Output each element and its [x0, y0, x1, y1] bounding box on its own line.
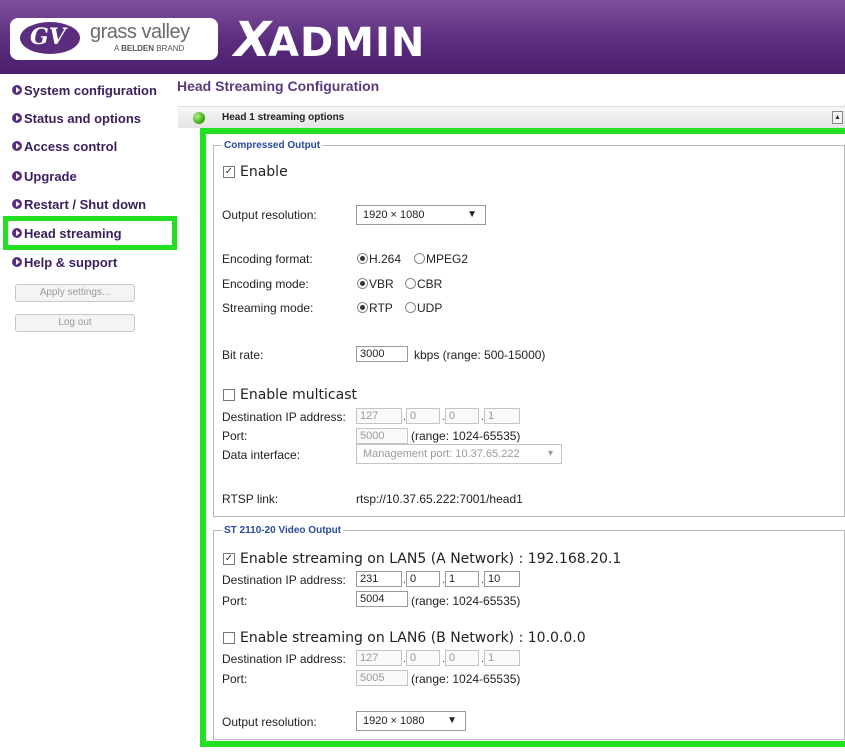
streaming-mode-udp-label: UDP — [417, 301, 443, 315]
output-resolution-select[interactable]: 1920 × 1080 ▼ — [356, 205, 486, 225]
streaming-mode-rtp-label: RTP — [369, 301, 393, 315]
sidebar-nav: System configuration Status and options … — [0, 74, 178, 754]
collapse-button[interactable]: ▲ — [832, 111, 843, 124]
lan6-dest-ip-label: Destination IP address: — [222, 652, 346, 666]
dest-ip-label: Destination IP address: — [222, 410, 346, 424]
log-out-button[interactable]: Log out — [15, 314, 135, 332]
dropdown-arrow-icon: ▼ — [447, 715, 457, 726]
port-input[interactable]: 5000 — [356, 428, 408, 444]
arrow-bullet-icon — [12, 257, 22, 267]
sidebar-item-system-configuration[interactable]: System configuration — [12, 80, 157, 100]
lan6-port-label: Port: — [222, 672, 248, 686]
arrow-bullet-icon — [12, 199, 22, 209]
dropdown-arrow-icon: ▾ — [547, 448, 553, 459]
enable-checkbox[interactable] — [223, 166, 235, 178]
rtsp-link-value[interactable]: rtsp://10.37.65.222:7001/head1 — [356, 492, 523, 506]
lan5-streaming-checkbox[interactable] — [223, 553, 235, 565]
product-logo: XADMIN — [234, 12, 426, 68]
lan5-port-hint: (range: 1024-65535) — [411, 594, 521, 608]
arrow-bullet-icon — [12, 85, 22, 95]
lan5-dest-ip-octet-2[interactable]: 0 — [406, 571, 440, 587]
arrow-bullet-icon — [12, 113, 22, 123]
streaming-mode-label: Streaming mode: — [222, 301, 314, 315]
compressed-output-legend: Compressed Output — [224, 140, 321, 151]
lan6-port-hint: (range: 1024-65535) — [411, 672, 521, 686]
sidebar-item-label: Status and options — [24, 110, 141, 126]
dest-ip-octet-2[interactable]: 0 — [406, 408, 440, 424]
active-item-highlight — [3, 216, 177, 250]
lan6-dest-ip-octet-3[interactable]: 0 — [445, 650, 479, 666]
sidebar-item-restart-shut-down[interactable]: Restart / Shut down — [12, 194, 146, 214]
port-label: Port: — [222, 429, 248, 443]
lan5-port-input[interactable]: 5004 — [356, 591, 408, 607]
page-title: Head Streaming Configuration — [177, 78, 380, 94]
dropdown-arrow-icon: ▼ — [467, 209, 477, 220]
port-hint: (range: 1024-65535) — [411, 429, 521, 443]
lan5-streaming-label: Enable streaming on LAN5 (A Network) : 1… — [240, 551, 622, 567]
sidebar-item-label: Access control — [24, 138, 118, 154]
section-title: Head 1 streaming options — [222, 112, 345, 123]
encoding-mode-cbr-label: CBR — [417, 277, 443, 291]
app-header: GV grass valley A BELDEN BRAND XADMIN — [0, 0, 845, 74]
streaming-mode-rtp-radio[interactable] — [357, 302, 368, 313]
lan6-streaming-label: Enable streaming on LAN6 (B Network) : 1… — [240, 630, 586, 646]
output-resolution-label: Output resolution: — [222, 208, 317, 222]
enable-multicast-checkbox[interactable] — [223, 389, 235, 401]
section-header-bar[interactable]: Head 1 streaming options ▲ — [178, 106, 845, 128]
encoding-format-label: Encoding format: — [222, 252, 313, 266]
encoding-mode-cbr-radio[interactable] — [405, 278, 416, 289]
sidebar-item-label: Help & support — [24, 254, 118, 270]
lan5-dest-ip-label: Destination IP address: — [222, 573, 346, 587]
st2110-legend: ST 2110-20 Video Output — [224, 525, 342, 536]
gv-logo-mark-icon: GV — [20, 22, 80, 54]
sidebar-item-upgrade[interactable]: Upgrade — [12, 166, 77, 186]
data-interface-label: Data interface: — [222, 448, 301, 462]
brand-name: grass valley — [90, 21, 190, 43]
encoding-format-mpeg2-radio[interactable] — [414, 253, 425, 264]
dest-ip-octet-1[interactable]: 127 — [356, 408, 402, 424]
streaming-mode-udp-radio[interactable] — [405, 302, 416, 313]
sidebar-item-label: Restart / Shut down — [24, 196, 147, 212]
lan6-dest-ip-octet-1[interactable]: 127 — [356, 650, 402, 666]
arrow-bullet-icon — [12, 171, 22, 181]
brand-subtitle: A BELDEN BRAND — [114, 44, 185, 53]
encoding-mode-vbr-label: VBR — [369, 277, 394, 291]
rtsp-link-label: RTSP link: — [222, 492, 279, 506]
enable-multicast-label: Enable multicast — [240, 387, 357, 403]
bit-rate-input[interactable]: 3000 — [356, 346, 408, 362]
encoding-format-h264-label: H.264 — [369, 252, 402, 266]
encoding-format-mpeg2-label: MPEG2 — [426, 252, 469, 266]
encoding-mode-vbr-radio[interactable] — [357, 278, 368, 289]
lan6-dest-ip-octet-2[interactable]: 0 — [406, 650, 440, 666]
arrow-bullet-icon — [12, 141, 22, 151]
lan5-dest-ip-octet-1[interactable]: 231 — [356, 571, 402, 587]
lan5-dest-ip-octet-3[interactable]: 1 — [445, 571, 479, 587]
sidebar-item-help-support[interactable]: Help & support — [12, 252, 117, 272]
sidebar-item-status-and-options[interactable]: Status and options — [12, 108, 141, 128]
data-interface-select[interactable]: Management port: 10.37.65.222 ▾ — [356, 444, 562, 464]
st2110-output-resolution-select[interactable]: 1920 × 1080 ▼ — [356, 711, 466, 731]
lan5-port-label: Port: — [222, 594, 248, 608]
lan6-dest-ip-octet-4[interactable]: 1 — [484, 650, 520, 666]
bit-rate-label: Bit rate: — [222, 348, 264, 362]
bit-rate-hint: kbps (range: 500-15000) — [414, 348, 546, 362]
sidebar-item-access-control[interactable]: Access control — [12, 136, 117, 156]
status-indicator-icon — [193, 112, 205, 124]
dest-ip-octet-3[interactable]: 0 — [445, 408, 479, 424]
lan6-streaming-checkbox[interactable] — [223, 632, 235, 644]
sidebar-item-label: Upgrade — [24, 168, 77, 184]
dest-ip-octet-4[interactable]: 1 — [484, 408, 520, 424]
encoding-mode-label: Encoding mode: — [222, 277, 309, 291]
lan6-port-input[interactable]: 5005 — [356, 670, 408, 686]
apply-settings-button[interactable]: Apply settings... — [15, 284, 135, 302]
grass-valley-logo: GV grass valley A BELDEN BRAND — [10, 18, 218, 60]
encoding-format-h264-radio[interactable] — [357, 253, 368, 264]
sidebar-item-label: System configuration — [24, 82, 157, 98]
enable-label: Enable — [240, 164, 288, 180]
st2110-output-resolution-label: Output resolution: — [222, 715, 317, 729]
lan5-dest-ip-octet-4[interactable]: 10 — [484, 571, 520, 587]
